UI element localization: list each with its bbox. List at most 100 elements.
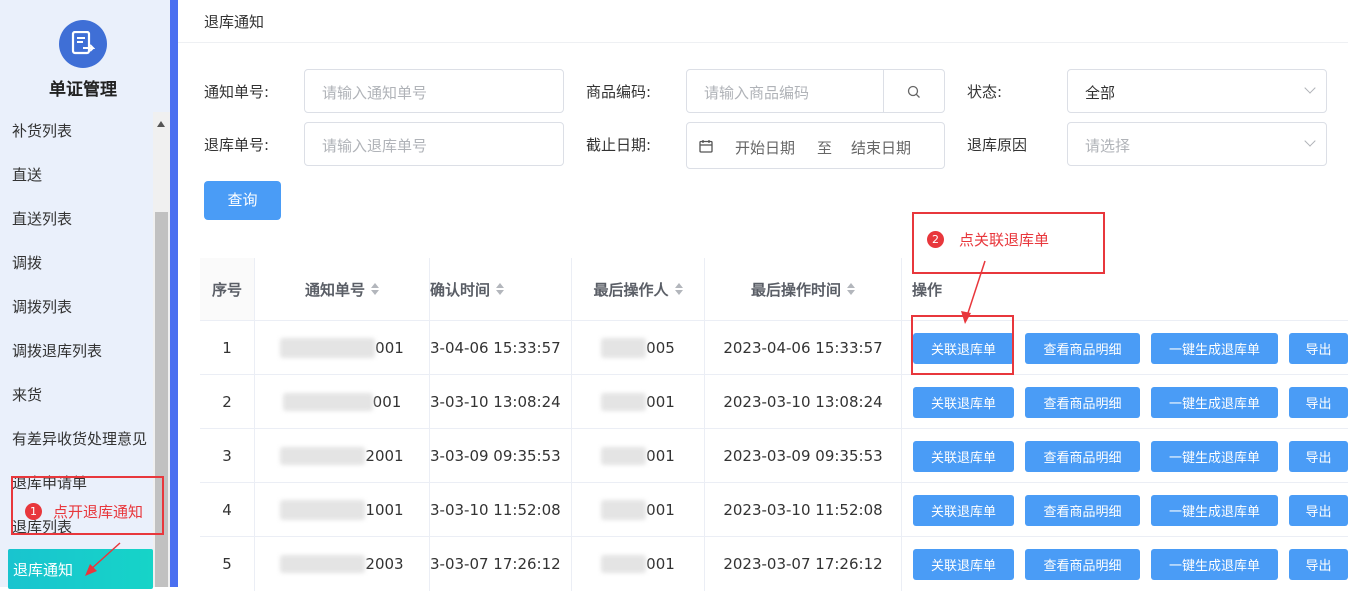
cell-index: 3: [200, 429, 255, 483]
page-title: 退库通知: [204, 13, 265, 31]
annotation-badge-step1: 1: [25, 503, 42, 520]
main-content: 退库通知 通知单号: 请输入通知单号 商品编码: 请输入商品编码 状态: 全部 …: [178, 0, 1348, 591]
notice-no-input[interactable]: 请输入通知单号: [304, 69, 564, 113]
annotation-box-link-button: [911, 315, 1014, 375]
cell-notice-no: 1001: [255, 483, 430, 537]
generate-return-order-button[interactable]: 一键生成退库单: [1151, 333, 1278, 364]
col-header-index: 序号: [200, 258, 255, 320]
cell-operator: 001: [572, 375, 705, 429]
cell-operator: 001: [572, 429, 705, 483]
sort-icon[interactable]: [847, 283, 855, 295]
view-product-detail-button[interactable]: 查看商品明细: [1025, 549, 1140, 580]
scroll-up-arrow-icon[interactable]: [157, 121, 165, 127]
redacted-block: [601, 555, 647, 573]
status-value: 全部: [1085, 84, 1116, 102]
status-select[interactable]: 全部: [1067, 69, 1327, 113]
view-product-detail-button[interactable]: 查看商品明细: [1025, 495, 1140, 526]
generate-return-order-button[interactable]: 一键生成退库单: [1151, 549, 1278, 580]
status-label: 状态:: [967, 83, 1003, 101]
cell-notice-no: 001: [255, 321, 430, 375]
generate-return-order-button[interactable]: 一键生成退库单: [1151, 441, 1278, 472]
redacted-block: [601, 500, 647, 520]
link-return-order-button[interactable]: 关联退库单: [913, 441, 1014, 472]
sidebar-item-replenish-list[interactable]: 补货列表: [12, 120, 72, 141]
sort-icon[interactable]: [674, 283, 683, 295]
redacted-block: [280, 500, 366, 520]
link-return-order-button[interactable]: 关联退库单: [913, 549, 1014, 580]
cell-index: 5: [200, 537, 255, 591]
date-start-placeholder: 开始日期: [735, 139, 796, 157]
query-button[interactable]: 查询: [204, 181, 281, 220]
export-button[interactable]: 导出: [1289, 441, 1348, 472]
deadline-label: 截止日期:: [586, 136, 652, 154]
cell-last-time: 2023-03-10 13:08:24: [705, 375, 902, 429]
return-reason-label: 退库原因: [967, 136, 1028, 154]
divider: [178, 42, 1348, 43]
generate-return-order-button[interactable]: 一键生成退库单: [1151, 387, 1278, 418]
cell-index: 2: [200, 375, 255, 429]
notice-table: 序号 通知单号 确认时间 最后操作人 最后操作时间 操作 1 001 3-04-…: [200, 258, 1348, 591]
date-end-placeholder: 结束日期: [851, 139, 912, 157]
export-button[interactable]: 导出: [1289, 387, 1348, 418]
sidebar-item-direct-list[interactable]: 直送列表: [12, 208, 72, 229]
cell-last-time: 2023-03-07 17:26:12: [705, 537, 902, 591]
module-title: 单证管理: [49, 80, 117, 100]
cell-index: 4: [200, 483, 255, 537]
document-icon: [59, 20, 107, 68]
cell-notice-no: 2001: [255, 429, 430, 483]
sort-icon[interactable]: [496, 283, 505, 295]
table-row: 1 001 3-04-06 15:33:57 005 2023-04-06 15…: [200, 320, 1348, 375]
redacted-block: [280, 338, 376, 358]
return-reason-placeholder: 请选择: [1085, 137, 1131, 155]
notice-no-label: 通知单号:: [204, 83, 270, 101]
return-reason-select[interactable]: 请选择: [1067, 122, 1327, 166]
sidebar-item-incoming[interactable]: 来货: [12, 384, 42, 405]
table-row: 2 001 3-03-10 13:08:24 001 2023-03-10 13…: [200, 374, 1348, 429]
col-header-confirm-time[interactable]: 确认时间: [430, 258, 572, 320]
sidebar-accent-bar: [170, 0, 178, 587]
view-product-detail-button[interactable]: 查看商品明细: [1025, 333, 1140, 364]
cell-notice-no: 001: [255, 375, 430, 429]
cell-operator: 001: [572, 537, 705, 591]
export-button[interactable]: 导出: [1289, 333, 1348, 364]
cell-operator: 001: [572, 483, 705, 537]
col-header-last-time[interactable]: 最后操作时间: [705, 258, 902, 320]
annotation-text-step1: 点开退库通知: [53, 503, 144, 521]
redacted-block: [601, 447, 647, 465]
link-return-order-button[interactable]: 关联退库单: [913, 495, 1014, 526]
sidebar-item-direct[interactable]: 直送: [12, 164, 42, 185]
col-header-notice-no[interactable]: 通知单号: [255, 258, 430, 320]
col-header-operator[interactable]: 最后操作人: [572, 258, 705, 320]
cell-last-time: 2023-03-10 11:52:08: [705, 483, 902, 537]
sidebar-header: 单证管理: [0, 0, 170, 110]
sidebar-item-transfer-list[interactable]: 调拨列表: [12, 296, 72, 317]
link-return-order-button[interactable]: 关联退库单: [913, 387, 1014, 418]
table-row: 5 2003 3-03-07 17:26:12 001 2023-03-07 1…: [200, 536, 1348, 591]
redacted-block: [280, 555, 366, 573]
export-button[interactable]: 导出: [1289, 549, 1348, 580]
redacted-block: [601, 338, 647, 358]
annotation-text-step2: 点关联退库单: [959, 231, 1050, 249]
deadline-date-range[interactable]: 开始日期 至 结束日期: [686, 122, 945, 169]
sidebar-item-transfer-return-list[interactable]: 调拨退库列表: [12, 340, 102, 361]
product-code-input[interactable]: 请输入商品编码: [686, 69, 884, 113]
sidebar-item-transfer[interactable]: 调拨: [12, 252, 42, 273]
table-row: 4 1001 3-03-10 11:52:08 001 2023-03-10 1…: [200, 482, 1348, 537]
search-icon: [907, 85, 920, 98]
cell-confirm-time: 3-03-09 09:35:53: [430, 429, 572, 483]
return-no-input[interactable]: 请输入退库单号: [304, 122, 564, 166]
chevron-down-icon: [1304, 135, 1316, 147]
cell-index: 1: [200, 321, 255, 375]
export-button[interactable]: 导出: [1289, 495, 1348, 526]
product-code-label: 商品编码:: [586, 83, 652, 101]
sidebar-item-discrepancy[interactable]: 有差异收货处理意见: [12, 428, 147, 449]
generate-return-order-button[interactable]: 一键生成退库单: [1151, 495, 1278, 526]
view-product-detail-button[interactable]: 查看商品明细: [1025, 441, 1140, 472]
cell-confirm-time: 3-03-10 11:52:08: [430, 483, 572, 537]
table-row: 3 2001 3-03-09 09:35:53 001 2023-03-09 0…: [200, 428, 1348, 483]
product-search-button[interactable]: [883, 69, 945, 113]
view-product-detail-button[interactable]: 查看商品明细: [1025, 387, 1140, 418]
sort-icon[interactable]: [371, 283, 379, 295]
annotation-badge-step2: 2: [927, 231, 944, 248]
redacted-block: [282, 393, 373, 411]
